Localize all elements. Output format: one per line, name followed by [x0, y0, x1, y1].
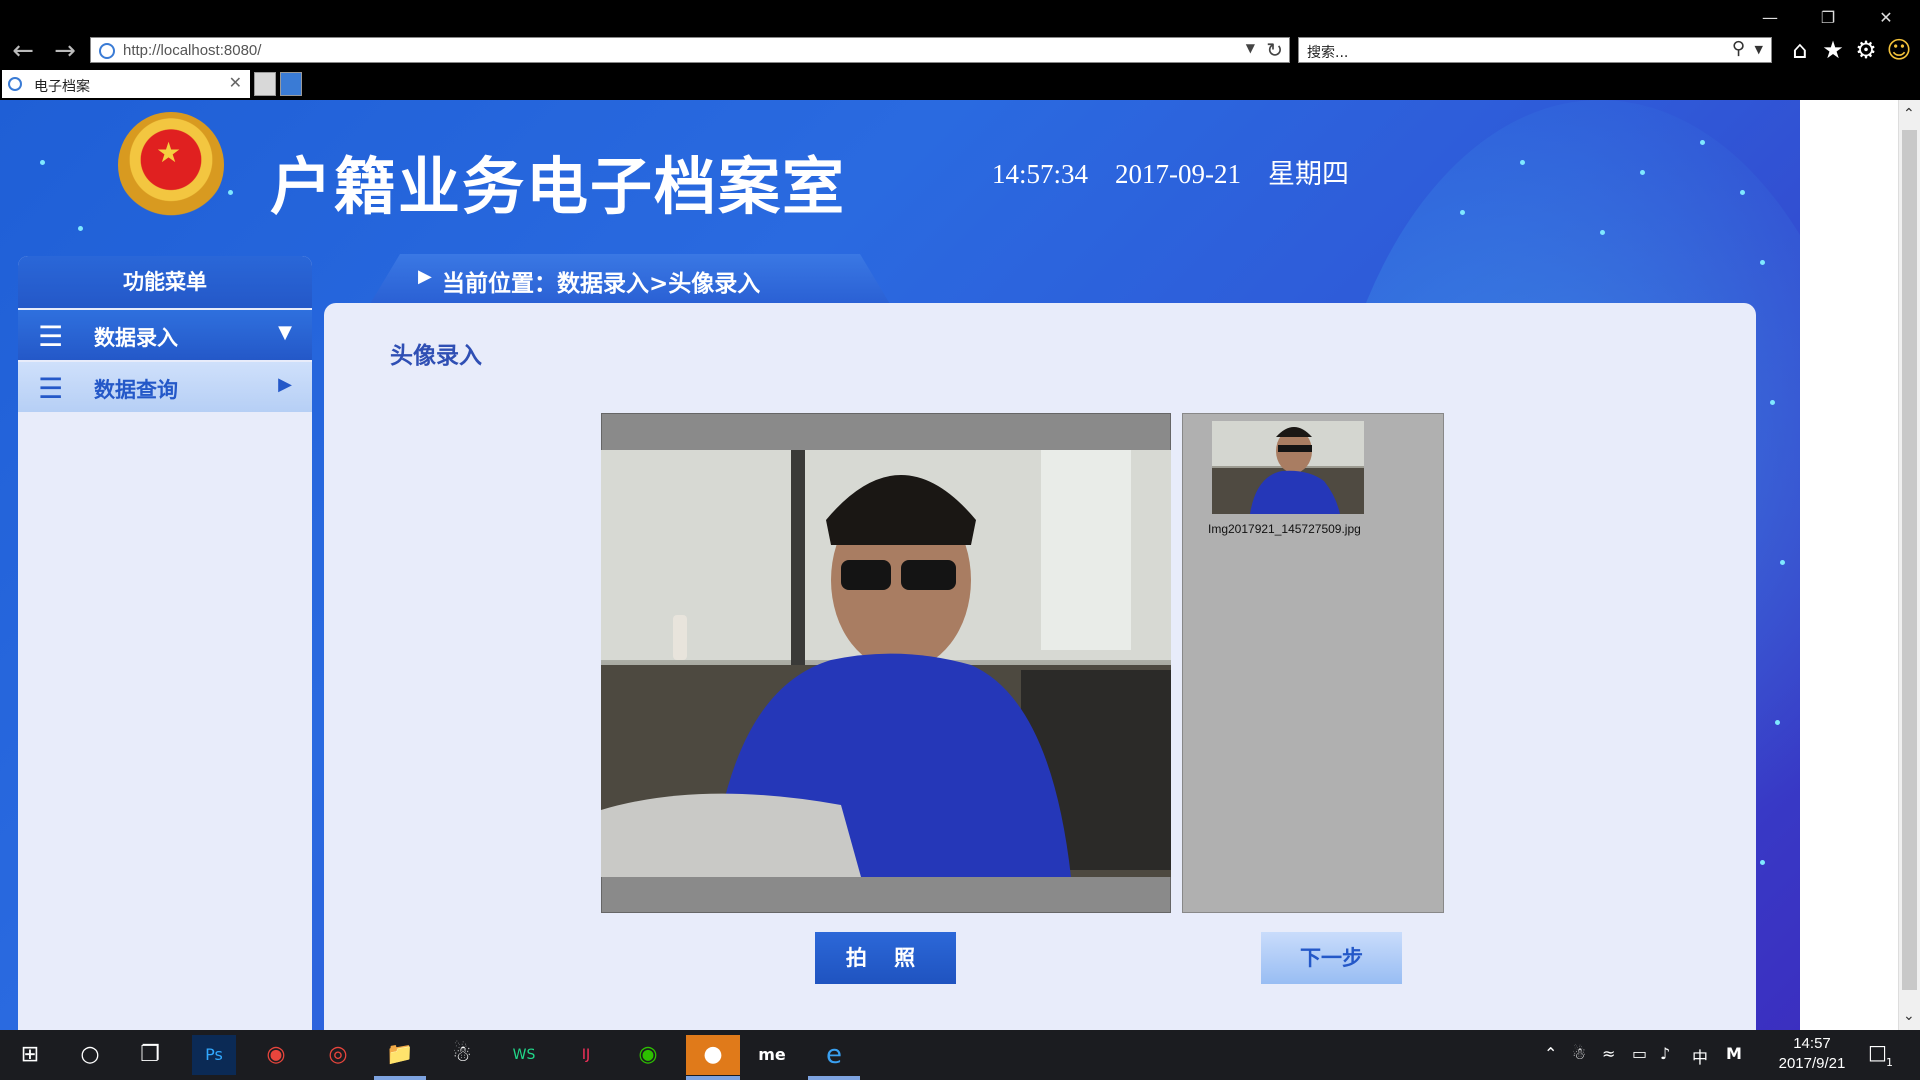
- chrome-icon[interactable]: ◉: [254, 1035, 298, 1075]
- back-arrow-icon[interactable]: ←: [8, 36, 38, 66]
- battery-icon[interactable]: ▭: [1632, 1044, 1647, 1063]
- sidebar-item-data-query[interactable]: ☰ 数据查询 ▶: [18, 362, 312, 412]
- task-view-icon[interactable]: ❐: [128, 1035, 172, 1075]
- scrollbar-thumb[interactable]: [1902, 130, 1917, 990]
- header-weekday: 星期四: [1268, 159, 1349, 189]
- search-dropdown-icon[interactable]: ▼: [1755, 43, 1763, 56]
- intellij-icon[interactable]: IJ: [564, 1035, 608, 1075]
- windows-start-icon[interactable]: ⊞: [8, 1035, 52, 1075]
- me-app-icon[interactable]: me: [750, 1035, 794, 1075]
- address-bar[interactable]: http://localhost:8080/ ▼ ↻: [90, 37, 1290, 63]
- search-placeholder: 搜索...: [1307, 45, 1349, 61]
- taskbar-date: 2017/9/21: [1778, 1055, 1846, 1072]
- header-clock: 14:57:34 2017-09-21 星期四: [992, 152, 1349, 191]
- camera-app-icon[interactable]: ●: [686, 1035, 740, 1075]
- captured-photo-thumbnail[interactable]: [1212, 421, 1364, 514]
- sidebar: 功能菜单 ☰ 数据录入 ▼ ☰ 数据查询 ▶: [18, 256, 312, 1030]
- cortana-circle-icon[interactable]: ○: [68, 1035, 112, 1075]
- chevron-right-icon: ▶: [278, 374, 292, 395]
- favorites-star-icon[interactable]: ★: [1819, 36, 1847, 64]
- smiley-feedback-icon[interactable]: ☺: [1885, 36, 1913, 64]
- page-scrollbar[interactable]: ⌃ ⌄: [1898, 100, 1920, 1030]
- ime-indicator[interactable]: 中: [1692, 1044, 1708, 1068]
- sidebar-item-data-entry[interactable]: ☰ 数据录入 ▼: [18, 310, 312, 360]
- wifi-icon[interactable]: ≈: [1602, 1044, 1615, 1063]
- police-emblem-logo: ★: [118, 112, 224, 218]
- header-time: 14:57:34: [992, 159, 1089, 189]
- taskbar-time: 14:57: [1793, 1035, 1831, 1052]
- chevron-down-icon: ▼: [278, 322, 292, 343]
- search-list-icon: ☰: [38, 372, 64, 405]
- volume-icon[interactable]: ♪: [1660, 1044, 1670, 1063]
- taskbar-clock[interactable]: 14:57 2017/9/21: [1762, 1034, 1862, 1074]
- camera-scene-image: [601, 450, 1171, 877]
- qq-icon[interactable]: ☃: [440, 1035, 484, 1075]
- ie-page-icon: [99, 43, 115, 59]
- next-step-button[interactable]: 下一步: [1261, 932, 1402, 984]
- site-title: 户籍业务电子档案室: [270, 150, 847, 223]
- action-center-icon[interactable]: □: [1868, 1040, 1887, 1064]
- page-title: 头像录入: [390, 343, 482, 369]
- browser-search-input[interactable]: 搜索... ⚲ ▼: [1298, 37, 1772, 63]
- wechat-icon[interactable]: ◉: [626, 1035, 670, 1075]
- ie-tab-icon: [8, 77, 22, 91]
- breadcrumb-arrow-icon: ▶: [418, 266, 432, 287]
- browser-tab[interactable]: 电子档案 ✕: [2, 70, 250, 98]
- close-tab-icon[interactable]: ✕: [229, 73, 242, 92]
- search-icon[interactable]: ⚲: [1732, 38, 1745, 59]
- home-icon[interactable]: ⌂: [1786, 36, 1814, 64]
- scroll-up-icon[interactable]: ⌃: [1903, 106, 1915, 122]
- notification-count: 1: [1886, 1056, 1893, 1069]
- breadcrumb: ▶ 当前位置：数据录入>头像录入: [370, 254, 890, 304]
- minimize-icon[interactable]: —: [1750, 6, 1790, 30]
- thumbnail-image: [1212, 421, 1364, 514]
- tray-chevron-up-icon[interactable]: ⌃: [1544, 1044, 1557, 1063]
- edit-list-icon: ☰: [38, 320, 64, 353]
- address-url: http://localhost:8080/: [123, 42, 262, 59]
- internet-explorer-icon[interactable]: e: [812, 1035, 856, 1075]
- header-date: 2017-09-21: [1115, 159, 1241, 189]
- tab-title: 电子档案: [34, 79, 90, 95]
- netease-music-icon[interactable]: ◎: [316, 1035, 360, 1075]
- sidebar-item-label: 数据查询: [94, 378, 178, 402]
- camera-live-image: [601, 450, 1171, 877]
- scroll-down-icon[interactable]: ⌄: [1903, 1008, 1915, 1024]
- thumbnail-filename: Img2017921_145727509.jpg: [1208, 522, 1361, 536]
- sidebar-item-label: 数据录入: [94, 326, 178, 350]
- forward-arrow-icon[interactable]: →: [50, 36, 80, 66]
- tray-qq-icon[interactable]: ☃: [1572, 1044, 1586, 1063]
- close-window-icon[interactable]: ✕: [1866, 6, 1906, 30]
- webstorm-icon[interactable]: WS: [502, 1035, 546, 1075]
- address-dropdown-icon[interactable]: ▼: [1246, 41, 1255, 55]
- ime-mode-icon[interactable]: M: [1726, 1044, 1742, 1063]
- new-tab-button[interactable]: [254, 72, 276, 96]
- browser-chrome: ← → http://localhost:8080/ ▼ ↻ 搜索... ⚲ ▼…: [0, 0, 1920, 100]
- restore-icon[interactable]: ❐: [1808, 6, 1848, 30]
- take-photo-button[interactable]: 拍 照: [815, 932, 956, 984]
- ie-new-tab-icon[interactable]: [280, 72, 302, 96]
- breadcrumb-text: 当前位置：数据录入>头像录入: [442, 271, 761, 297]
- photoshop-icon[interactable]: Ps: [192, 1035, 236, 1075]
- sidebar-title: 功能菜单: [18, 256, 312, 308]
- refresh-icon[interactable]: ↻: [1266, 38, 1283, 62]
- gear-icon[interactable]: ⚙: [1852, 36, 1880, 64]
- file-explorer-icon[interactable]: 📁: [378, 1035, 422, 1075]
